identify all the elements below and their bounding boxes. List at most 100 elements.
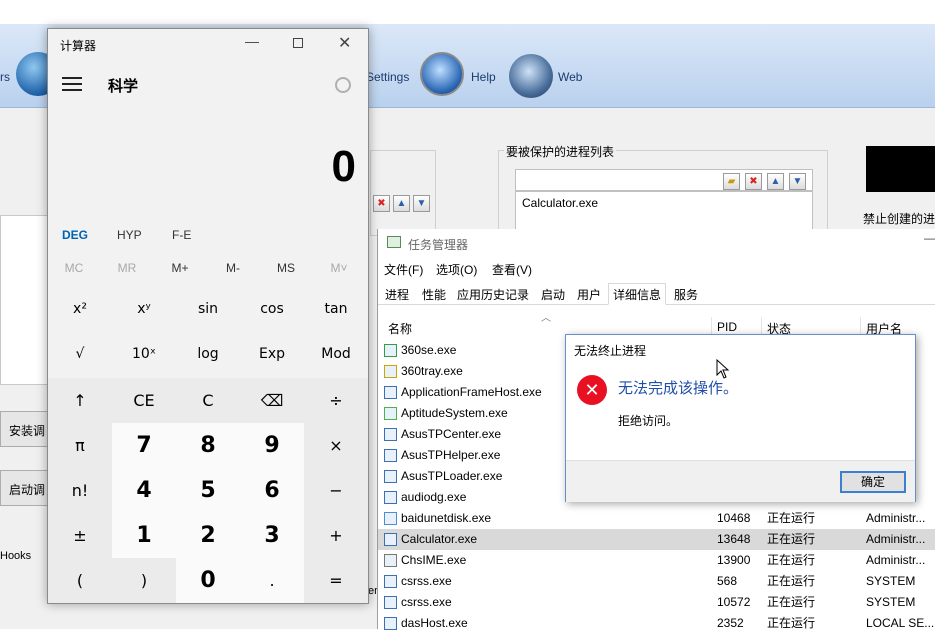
task-manager-title: 任务管理器 bbox=[408, 238, 469, 252]
process-group-box: ✖ ▲ ▼ bbox=[370, 150, 436, 236]
memory-button-mr[interactable]: MR bbox=[101, 261, 153, 275]
arrow-up-icon[interactable]: ▲ bbox=[767, 173, 784, 190]
backspace-button[interactable]: ⌫ bbox=[240, 378, 304, 423]
task-manager-titlebar[interactable]: 任务管理器 — bbox=[378, 229, 935, 257]
memory-button-ms[interactable]: MS bbox=[260, 261, 312, 275]
hamburger-menu-icon[interactable] bbox=[62, 77, 82, 91]
sin-button[interactable]: sin bbox=[176, 287, 240, 332]
table-row[interactable]: ChsIME.exe 13900 正在运行 Administr... bbox=[378, 550, 935, 571]
clear-entry-button[interactable]: CE bbox=[112, 378, 176, 423]
toolbar-help-button[interactable]: Help bbox=[471, 70, 496, 84]
digit-5-button[interactable]: 5 bbox=[176, 468, 240, 513]
power-button[interactable]: xʸ bbox=[112, 287, 176, 332]
decimal-button[interactable]: . bbox=[240, 558, 304, 603]
plus-button[interactable]: + bbox=[304, 513, 368, 558]
fe-button[interactable]: F-E bbox=[172, 228, 191, 242]
dialog-detail: 拒绝访问。 bbox=[618, 414, 679, 428]
digit-3-button[interactable]: 3 bbox=[240, 513, 304, 558]
digit-7-button[interactable]: 7 bbox=[112, 423, 176, 468]
help-compass-icon[interactable] bbox=[420, 52, 464, 96]
divide-button[interactable]: ÷ bbox=[304, 378, 368, 423]
table-row[interactable]: dasHost.exe 2352 正在运行 LOCAL SE... bbox=[378, 613, 935, 634]
process-user: Administr... bbox=[866, 532, 926, 546]
toolbar-settings-button[interactable]: Settings bbox=[366, 70, 409, 84]
table-row[interactable]: csrss.exe 568 正在运行 SYSTEM bbox=[378, 571, 935, 592]
minimize-icon[interactable]: — bbox=[924, 231, 935, 245]
maximize-icon[interactable] bbox=[293, 38, 303, 48]
arrow-down-icon[interactable]: ▼ bbox=[413, 195, 430, 212]
calculator-display: 0 bbox=[331, 142, 356, 191]
table-row[interactable]: csrss.exe 10572 正在运行 SYSTEM bbox=[378, 592, 935, 613]
process-name: AsusTPCenter.exe bbox=[401, 427, 502, 441]
arrow-up-icon[interactable]: ▲ bbox=[393, 195, 410, 212]
ok-button[interactable]: 确定 bbox=[840, 471, 906, 493]
clear-button[interactable]: C bbox=[176, 378, 240, 423]
history-icon[interactable] bbox=[335, 77, 351, 93]
menu-view[interactable]: 查看(V) bbox=[492, 261, 532, 278]
tab-app-history[interactable]: 应用历史记录 bbox=[452, 283, 534, 305]
tab-startup[interactable]: 启动 bbox=[536, 283, 570, 305]
tab-services[interactable]: 服务 bbox=[669, 283, 703, 305]
delete-icon[interactable]: ✖ bbox=[745, 173, 762, 190]
factorial-button[interactable]: n! bbox=[48, 468, 112, 513]
cos-button[interactable]: cos bbox=[240, 287, 304, 332]
deg-button[interactable]: DEG bbox=[62, 228, 88, 242]
process-icon bbox=[384, 575, 397, 588]
digit-8-button[interactable]: 8 bbox=[176, 423, 240, 468]
process-name: 360se.exe bbox=[401, 343, 457, 357]
sqrt-button[interactable]: √ bbox=[48, 332, 112, 377]
memory-button-m-plus[interactable]: M+ bbox=[154, 261, 206, 275]
delete-icon[interactable]: ✖ bbox=[373, 195, 390, 212]
digit-0-button[interactable]: 0 bbox=[176, 558, 240, 603]
digit-1-button[interactable]: 1 bbox=[112, 513, 176, 558]
memory-button-m-minus[interactable]: M- bbox=[207, 261, 259, 275]
process-icon bbox=[384, 596, 397, 609]
log-button[interactable]: log bbox=[176, 332, 240, 377]
square-button[interactable]: x² bbox=[48, 287, 112, 332]
hyp-button[interactable]: HYP bbox=[117, 228, 142, 242]
open-paren-button[interactable]: ( bbox=[48, 558, 112, 603]
mod-button[interactable]: Mod bbox=[304, 332, 368, 377]
memory-button-mc[interactable]: MC bbox=[48, 261, 100, 275]
tab-performance[interactable]: 性能 bbox=[417, 283, 451, 305]
menu-options[interactable]: 选项(O) bbox=[436, 261, 477, 278]
tab-users[interactable]: 用户 bbox=[572, 283, 606, 305]
column-name[interactable]: 名称 bbox=[388, 320, 412, 337]
table-row[interactable]: Calculator.exe 13648 正在运行 Administr... bbox=[378, 529, 935, 550]
minimize-icon[interactable]: — bbox=[245, 33, 259, 49]
folder-icon[interactable]: ▰ bbox=[723, 173, 740, 190]
tab-details[interactable]: 详细信息 bbox=[608, 283, 667, 305]
start-button[interactable]: 启动调 bbox=[0, 470, 48, 506]
pi-button[interactable]: π bbox=[48, 423, 112, 468]
equals-button[interactable]: = bbox=[304, 558, 368, 603]
exp-button[interactable]: Exp bbox=[240, 332, 304, 377]
toolbar-web-button[interactable]: Web bbox=[558, 70, 582, 84]
process-pid: 10572 bbox=[717, 595, 751, 609]
memory-button-m-list[interactable]: M˅ bbox=[313, 261, 365, 275]
table-row[interactable]: baidunetdisk.exe 10468 正在运行 Administr... bbox=[378, 508, 935, 529]
column-pid[interactable]: PID bbox=[717, 320, 737, 334]
arrow-down-icon[interactable]: ▼ bbox=[789, 173, 806, 190]
process-icon bbox=[384, 512, 397, 525]
process-status: 正在运行 bbox=[767, 511, 816, 525]
protect-list-item[interactable]: Calculator.exe bbox=[522, 196, 598, 210]
web-globe-icon[interactable] bbox=[509, 54, 553, 98]
negate-button[interactable]: ± bbox=[48, 513, 112, 558]
close-paren-button[interactable]: ) bbox=[112, 558, 176, 603]
digit-9-button[interactable]: 9 bbox=[240, 423, 304, 468]
process-icon bbox=[384, 365, 397, 378]
install-button[interactable]: 安装调 bbox=[0, 411, 48, 447]
tab-processes[interactable]: 进程 bbox=[380, 283, 414, 305]
menu-file[interactable]: 文件(F) bbox=[384, 261, 423, 278]
tan-button[interactable]: tan bbox=[304, 287, 368, 332]
process-icon bbox=[384, 491, 397, 504]
ten-power-button[interactable]: 10ˣ bbox=[112, 332, 176, 377]
shift-button[interactable]: ↑ bbox=[48, 378, 112, 423]
digit-4-button[interactable]: 4 bbox=[112, 468, 176, 513]
digit-6-button[interactable]: 6 bbox=[240, 468, 304, 513]
left-list-panel[interactable] bbox=[0, 215, 48, 385]
close-icon[interactable]: ✕ bbox=[338, 33, 351, 53]
multiply-button[interactable]: × bbox=[304, 423, 368, 468]
minus-button[interactable]: − bbox=[304, 468, 368, 513]
digit-2-button[interactable]: 2 bbox=[176, 513, 240, 558]
